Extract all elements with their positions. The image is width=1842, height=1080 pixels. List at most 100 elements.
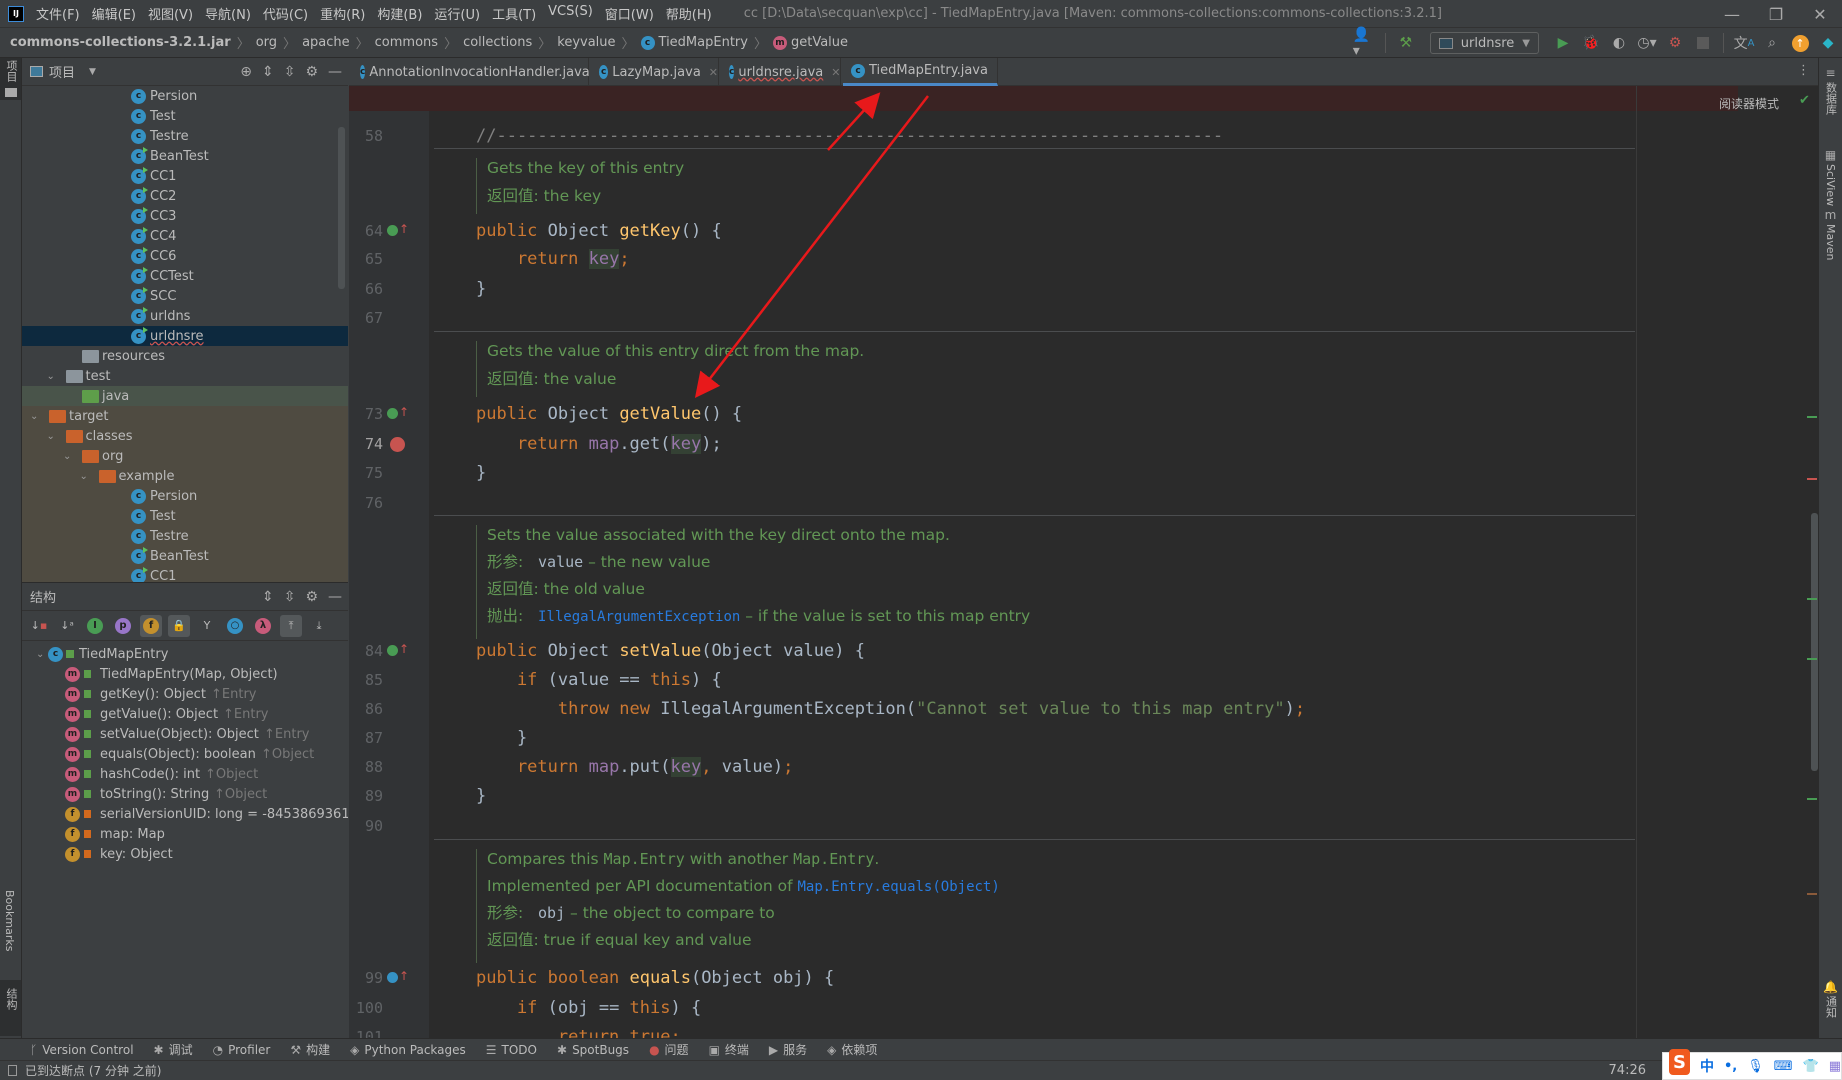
tree-item[interactable]: c CC3: [22, 206, 348, 226]
gear-icon[interactable]: ⚙: [305, 589, 318, 605]
structure-item[interactable]: m getValue(): Object ↑Entry: [22, 704, 348, 724]
project-scrollbar[interactable]: [338, 127, 345, 289]
tree-item[interactable]: ⌄ target: [22, 406, 348, 426]
structure-item[interactable]: m setValue(Object): Object ↑Entry: [22, 724, 348, 744]
show-anonymous-icon[interactable]: ○: [224, 615, 246, 637]
coverage-icon[interactable]: ◐: [1607, 31, 1631, 55]
tree-item[interactable]: c urldns: [22, 306, 348, 326]
right-tool-sciview[interactable]: ▦ SciView: [1819, 148, 1842, 206]
skin-icon[interactable]: 👕: [1803, 1059, 1819, 1074]
show-hierarchy-icon[interactable]: Y: [196, 615, 218, 637]
show-properties-icon[interactable]: p: [112, 615, 134, 637]
show-lambdas-icon[interactable]: λ: [252, 615, 274, 637]
tab-urldnsre-java[interactable]: c urldnsre.java ✕: [721, 58, 841, 86]
tree-item[interactable]: c Test: [22, 106, 348, 126]
tree-item[interactable]: c Persion: [22, 86, 348, 106]
breadcrumb-item[interactable]: org: [256, 35, 277, 50]
code-area[interactable]: //--------------------------------------…: [349, 86, 1818, 1038]
tree-item[interactable]: c CC1: [22, 166, 348, 186]
show-non-public-icon[interactable]: 🔒: [168, 614, 190, 637]
menu-item[interactable]: 构建(B): [377, 4, 422, 23]
chevron-down-icon[interactable]: ⌄: [36, 649, 44, 660]
close-tab-icon[interactable]: ✕: [709, 66, 718, 79]
structure-item[interactable]: m TiedMapEntry(Map, Object): [22, 664, 348, 684]
tree-item[interactable]: resources: [22, 346, 348, 366]
restore-button[interactable]: ❐: [1754, 0, 1798, 28]
tree-item[interactable]: c CC1: [22, 566, 348, 582]
tree-item[interactable]: c BeanTest: [22, 546, 348, 566]
reader-mode-toggle[interactable]: 阅读器模式: [1719, 95, 1779, 112]
tool-terminal[interactable]: ▣ 终端: [709, 1041, 749, 1058]
tool-todo[interactable]: ☰ TODO: [486, 1043, 537, 1057]
close-button[interactable]: ✕: [1798, 0, 1842, 28]
tree-item[interactable]: c Testre: [22, 126, 348, 146]
tree-item[interactable]: c Persion: [22, 486, 348, 506]
collapse-all-icon[interactable]: ⇳: [284, 64, 296, 80]
toolbox-icon[interactable]: ◆: [1816, 31, 1840, 55]
structure-item[interactable]: f serialVersionUID: long = -8453869361373…: [22, 804, 348, 824]
structure-item[interactable]: m hashCode(): int ↑Object: [22, 764, 348, 784]
tool-dependencies[interactable]: ◈ 依赖项: [827, 1041, 877, 1058]
tab-tiedmapentry-java[interactable]: c TiedMapEntry.java: [843, 58, 998, 86]
menu-item[interactable]: 帮助(H): [666, 4, 712, 23]
tree-item[interactable]: c CCTest: [22, 266, 348, 286]
project-panel-title[interactable]: 项目: [49, 62, 75, 81]
menu-item[interactable]: VCS(S): [548, 4, 593, 23]
breadcrumb-item[interactable]: commons-collections-3.2.1.jar: [10, 35, 231, 50]
tool-services[interactable]: ▶ 服务: [769, 1041, 807, 1058]
debug-icon[interactable]: 🐞: [1579, 31, 1603, 55]
right-tool-database[interactable]: ≡ 数据库: [1819, 66, 1842, 115]
structure-item[interactable]: m toString(): String ↑Object: [22, 784, 348, 804]
tree-item[interactable]: ⌄ test: [22, 366, 348, 386]
profiler-icon[interactable]: ◷▾: [1635, 31, 1659, 55]
status-message[interactable]: 已到达断点 (7 分钟 之前): [25, 1062, 161, 1079]
apps-icon[interactable]: ▦: [1829, 1059, 1841, 1074]
autoscroll-from-source-icon[interactable]: ⤓: [308, 615, 330, 637]
search-icon[interactable]: ⌕: [1760, 31, 1784, 55]
caret-position[interactable]: 74:26: [1609, 1063, 1646, 1078]
tool-bug[interactable]: ✱ SpotBugs: [557, 1043, 629, 1057]
tree-item[interactable]: c CC6: [22, 246, 348, 266]
menu-item[interactable]: 代码(C): [263, 4, 308, 23]
tree-item[interactable]: c urldnsre: [22, 326, 348, 346]
sogou-logo-icon[interactable]: S: [1669, 1049, 1690, 1075]
hide-icon[interactable]: —: [328, 589, 342, 605]
run-config-select[interactable]: urldnsre ▼: [1429, 32, 1539, 54]
tab-annotationinvocationhandler-java[interactable]: cAnnotationInvocationHandler.java✕: [352, 58, 607, 86]
status-toggle-icon[interactable]: [8, 1065, 17, 1076]
breadcrumb-item[interactable]: collections: [463, 35, 532, 50]
right-tool-maven[interactable]: m Maven: [1819, 208, 1842, 260]
attach-debugger-icon[interactable]: ⚙: [1663, 31, 1687, 55]
menu-item[interactable]: 编辑(E): [92, 4, 136, 23]
tool-packages[interactable]: ◈ Python Packages: [350, 1043, 466, 1057]
chevron-down-icon[interactable]: ⌄: [47, 371, 55, 382]
structure-item[interactable]: m equals(Object): boolean ↑Object: [22, 744, 348, 764]
stop-icon[interactable]: [1691, 31, 1715, 55]
tool-problems[interactable]: ● 问题: [649, 1041, 689, 1058]
breadcrumb-item[interactable]: getValue: [791, 35, 848, 50]
user-icon[interactable]: 👤▾: [1353, 27, 1377, 59]
chevron-down-icon[interactable]: ▼: [89, 67, 96, 77]
keyboard-icon[interactable]: ⌨: [1774, 1059, 1793, 1074]
tree-item[interactable]: ⌄ example: [22, 466, 348, 486]
chevron-down-icon[interactable]: ⌄: [63, 451, 71, 462]
tree-item[interactable]: c BeanTest: [22, 146, 348, 166]
tree-item[interactable]: c CC2: [22, 186, 348, 206]
tree-item[interactable]: ⌄ org: [22, 446, 348, 466]
show-fields-icon[interactable]: f: [140, 614, 162, 637]
chevron-down-icon[interactable]: ⌄: [47, 431, 55, 442]
autoscroll-to-source-icon[interactable]: ⤒: [280, 614, 302, 637]
structure-item[interactable]: m getKey(): Object ↑Entry: [22, 684, 348, 704]
breadcrumb-item[interactable]: commons: [375, 35, 438, 50]
tree-item[interactable]: c CC4: [22, 226, 348, 246]
locate-icon[interactable]: ⊕: [240, 64, 252, 80]
structure-item[interactable]: f map: Map: [22, 824, 348, 844]
microphone-icon[interactable]: 🎙: [1747, 1059, 1764, 1074]
tool-vcs[interactable]: ᚴ Version Control: [30, 1043, 134, 1057]
hide-icon[interactable]: —: [328, 64, 342, 80]
breadcrumb-item[interactable]: apache: [302, 35, 350, 50]
inspections-ok-icon[interactable]: ✔: [1799, 93, 1810, 108]
tree-item[interactable]: java: [22, 386, 348, 406]
menu-item[interactable]: 文件(F): [36, 4, 80, 23]
run-icon[interactable]: ▶: [1551, 31, 1575, 55]
